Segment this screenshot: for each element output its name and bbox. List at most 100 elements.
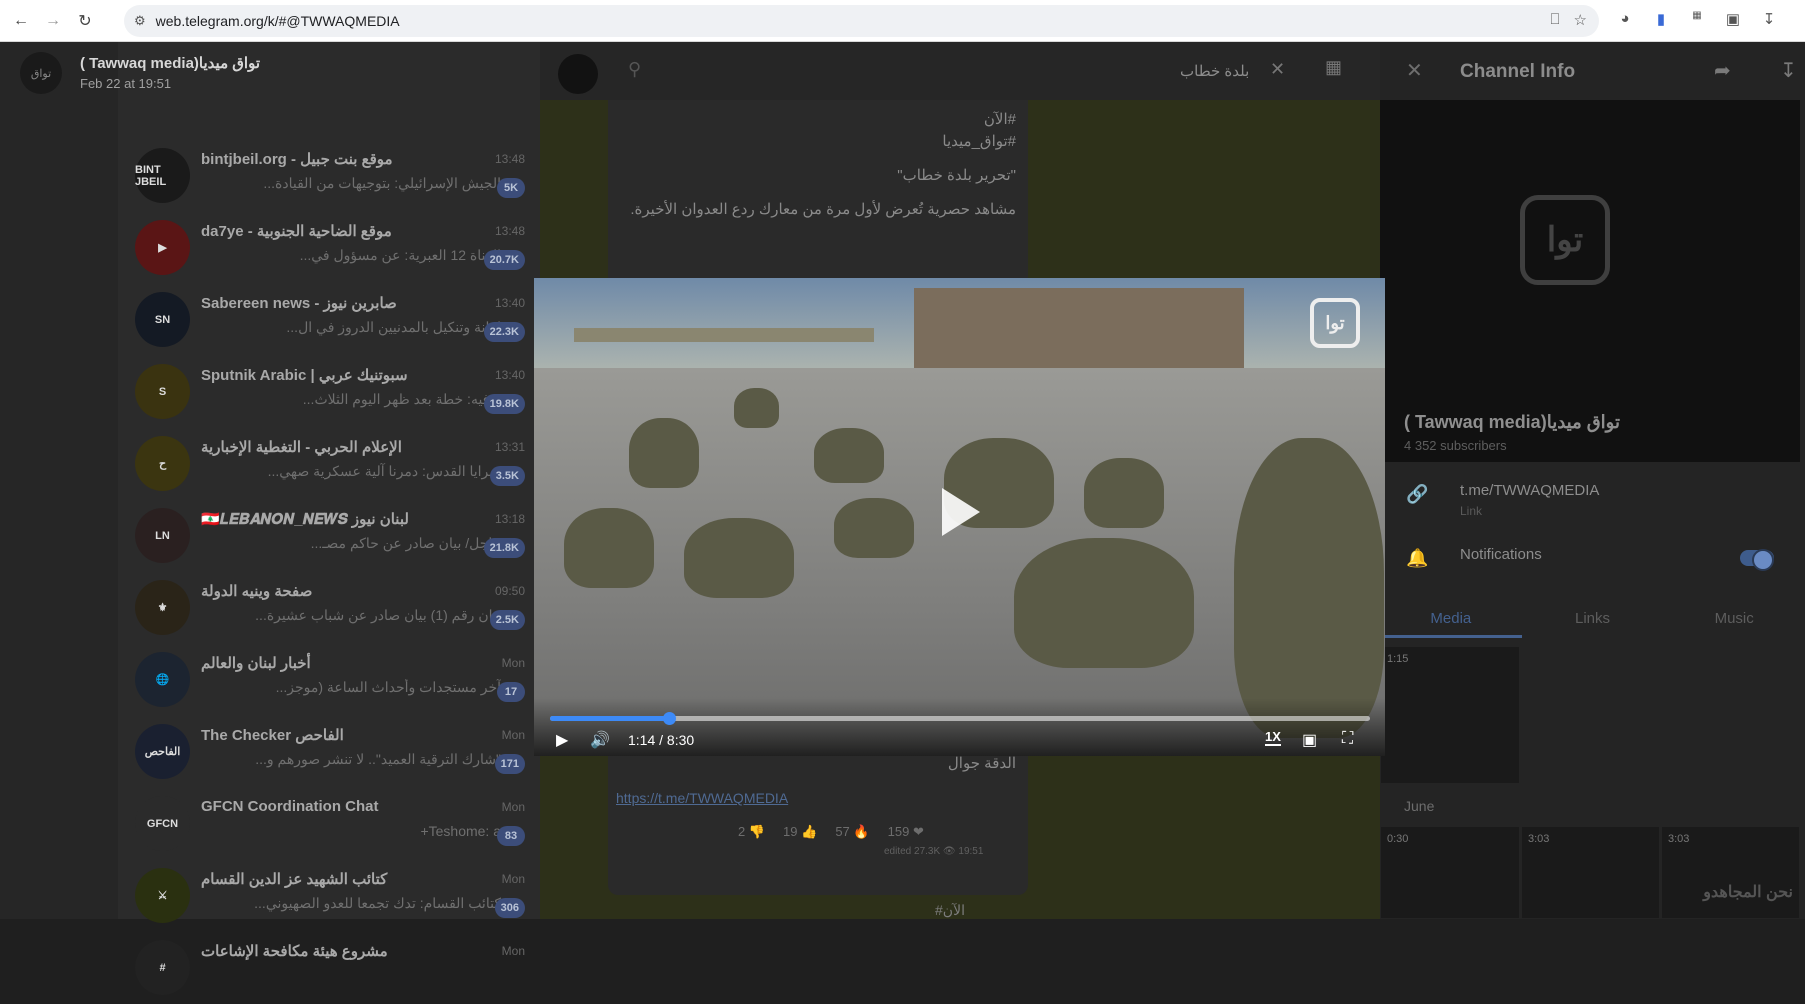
channel-watermark: توا bbox=[1310, 298, 1360, 348]
video-frame-figure bbox=[814, 428, 884, 483]
chat-list-item[interactable]: GFCN GFCN Coordination Chat Mon Teshome: a+… bbox=[135, 788, 525, 860]
address-bar[interactable]: ⚙ web.telegram.org/k/#@TWWAQMEDIA ⎕ ☆ bbox=[124, 5, 1599, 37]
extension-icon[interactable]: ◕ bbox=[1615, 10, 1635, 28]
calendar-icon[interactable]: ▦ bbox=[1325, 57, 1342, 78]
thumb-caption: نحن المجاهدو bbox=[1703, 884, 1793, 901]
chat-list-item[interactable]: 🌐 أخبار لبنان والعالم Mon آخر مستجدات وأحدا… bbox=[135, 644, 525, 716]
reaction-heart[interactable]: 159 ❤ bbox=[888, 824, 924, 840]
chat-list-item[interactable]: LN 🇱🇧𝑳𝑬𝑩𝑨𝑵𝑶𝑵_𝑵𝑬𝑾𝑺 لبنان نيوز 13:18 عاجل/ بي… bbox=[135, 500, 525, 572]
unread-badge: 2.5K bbox=[489, 610, 525, 630]
video-player[interactable]: توا ▶ 🔊 1:14 / 8:30 1X ▣ ⛶ bbox=[534, 278, 1385, 756]
chat-name: 🇱🇧𝑳𝑬𝑩𝑨𝑵𝑶𝑵_𝑵𝑬𝑾𝑺 لبنان نيوز bbox=[201, 511, 409, 528]
bookmark-star-icon[interactable]: ☆ bbox=[1574, 11, 1587, 29]
chat-list-item[interactable]: BINT JBEIL bintjbeil.org - موقع بنت جبيل 1… bbox=[135, 140, 525, 212]
unread-badge: 171 bbox=[494, 754, 525, 774]
download-icon[interactable]: ↧ bbox=[1759, 10, 1779, 28]
unread-badge: 306 bbox=[494, 898, 525, 918]
download-icon[interactable]: ↧ bbox=[1780, 58, 1797, 83]
url-text[interactable]: web.telegram.org/k/#@TWWAQMEDIA bbox=[156, 13, 400, 29]
search-input[interactable]: بلدة خطاب bbox=[1180, 62, 1249, 80]
reload-icon[interactable]: ↻ bbox=[74, 10, 96, 32]
chat-name: الإعلام الحربي - التغطية الإخبارية bbox=[201, 439, 402, 456]
volume-icon[interactable]: 🔊 bbox=[590, 730, 610, 750]
extension-invid-icon[interactable]: ▦ bbox=[1687, 10, 1707, 28]
video-frame-figure bbox=[1014, 538, 1194, 668]
unread-badge: 21.8K bbox=[483, 538, 525, 558]
install-app-icon[interactable]: ⎕ bbox=[1551, 11, 1560, 29]
extension-bars-icon[interactable]: ▮ bbox=[1651, 10, 1671, 28]
chat-preview: القناة 12 العبرية: عن مسؤول في... bbox=[299, 247, 501, 263]
tab-links[interactable]: Links bbox=[1522, 602, 1664, 638]
chat-list-item[interactable]: ح الإعلام الحربي - التغطية الإخبارية 13:31… bbox=[135, 428, 525, 500]
media-thumbnail[interactable]: 0:30 bbox=[1380, 826, 1520, 919]
video-frame-figure bbox=[629, 418, 699, 488]
month-label: June bbox=[1404, 798, 1435, 814]
unread-badge: 83 bbox=[497, 826, 525, 846]
chat-name: The Checker الفاحص bbox=[201, 727, 344, 744]
thumb-duration: 1:15 bbox=[1387, 653, 1409, 665]
message-link[interactable]: https://t.me/TWWAQMEDIA bbox=[616, 790, 788, 806]
chat-list-item[interactable]: # مشروع هيئة مكافحة الإشاعات Mon bbox=[135, 932, 525, 1004]
notifications-toggle[interactable] bbox=[1740, 549, 1774, 571]
thumb-duration: 0:30 bbox=[1387, 833, 1409, 845]
reaction-fire[interactable]: 57 🔥 bbox=[835, 824, 869, 840]
chat-time: Mon bbox=[501, 800, 525, 814]
chat-time: 13:48 bbox=[494, 224, 525, 238]
link-row[interactable]: 🔗 t.me/TWWAQMEDIA Link bbox=[1380, 472, 1805, 528]
video-progress-fill bbox=[550, 716, 669, 721]
chat-avatar: GFCN bbox=[135, 796, 190, 851]
chat-avatar[interactable] bbox=[558, 54, 598, 94]
play-icon[interactable]: ▶ bbox=[556, 730, 568, 750]
post-date[interactable]: Feb 22 at 19:51 bbox=[80, 76, 171, 91]
subscriber-count: 4 352 subscribers bbox=[1404, 438, 1507, 453]
media-thumbnail[interactable]: 3:03 نحن المجاهدو bbox=[1661, 826, 1800, 919]
close-icon[interactable]: ✕ bbox=[1406, 58, 1423, 83]
channel-link[interactable]: t.me/TWWAQMEDIA bbox=[1460, 482, 1599, 499]
reaction-like[interactable]: 19 👍 bbox=[783, 824, 817, 840]
chat-list-item[interactable]: ⚔ كتائب الشهيد عز الدين القسام Mon كتائب ال… bbox=[135, 860, 525, 932]
fullscreen-icon[interactable]: ⛶ bbox=[1342, 730, 1353, 748]
media-thumbnail[interactable]: 3:03 bbox=[1521, 826, 1660, 919]
chat-avatar: ▶ bbox=[135, 220, 190, 275]
media-thumbnail[interactable]: 1:15 bbox=[1380, 646, 1520, 784]
video-progress-bar[interactable] bbox=[550, 712, 1370, 725]
sender-avatar[interactable]: تواق bbox=[20, 52, 62, 94]
extensions-puzzle-icon[interactable]: ▣ bbox=[1723, 10, 1743, 28]
chat-list-sidebar: BINT JBEIL bintjbeil.org - موقع بنت جبيل 1… bbox=[0, 42, 540, 995]
chat-name: bintjbeil.org - موقع بنت جبيل bbox=[201, 151, 393, 168]
notifications-label: Notifications bbox=[1460, 546, 1542, 563]
chat-preview: سرايا القدس: دمرنا آلية عسكرية صهي... bbox=[267, 463, 501, 479]
chat-list-item[interactable]: SN Sabereen news - صابرين نيوز 13:40 إهانة … bbox=[135, 284, 525, 356]
chat-avatar: # bbox=[135, 940, 190, 995]
unread-badge: 5K bbox=[497, 178, 525, 198]
search-icon[interactable]: ⚲ bbox=[628, 59, 641, 80]
chat-preview: عاجل/ بيان صادر عن حاكم مصـ... bbox=[310, 535, 501, 551]
chat-preview: كتائب القسام: تدك تجمعا للعدو الصهيوني..… bbox=[254, 895, 501, 911]
chat-preview: إهانة وتنكيل بالمدنيين الدروز في ال... bbox=[286, 319, 501, 335]
back-icon[interactable]: ← bbox=[10, 10, 32, 32]
bell-icon: 🔔 bbox=[1406, 548, 1429, 568]
playback-speed-button[interactable]: 1X bbox=[1265, 729, 1281, 746]
picture-in-picture-icon[interactable]: ▣ bbox=[1302, 730, 1317, 750]
chat-list-item[interactable]: S Sputnik Arabic | سبوتنيك عربي 13:40 ترفيه… bbox=[135, 356, 525, 428]
clear-search-icon[interactable]: ✕ bbox=[1270, 59, 1285, 80]
tab-media[interactable]: Media bbox=[1380, 602, 1522, 638]
forward-icon[interactable]: → bbox=[42, 10, 64, 32]
chat-list-item[interactable]: ⚜ صفحة وينيه الدولة 09:50 بيان رقم (1) بيان… bbox=[135, 572, 525, 644]
chat-name: da7ye - موقع الضاحية الجنوبية bbox=[201, 223, 392, 240]
sender-name[interactable]: ( Tawwaq media)تواق ميديا bbox=[80, 54, 260, 72]
chat-avatar: الفاحص bbox=[135, 724, 190, 779]
share-icon[interactable]: ➦ bbox=[1714, 58, 1731, 83]
site-info-icon[interactable]: ⚙ bbox=[134, 13, 146, 29]
video-progress-knob[interactable] bbox=[662, 712, 676, 725]
chat-list-item[interactable]: ▶ da7ye - موقع الضاحية الجنوبية 13:48 القنا… bbox=[135, 212, 525, 284]
notifications-row[interactable]: 🔔 Notifications bbox=[1380, 536, 1805, 592]
chat-name: أخبار لبنان والعالم bbox=[201, 655, 311, 672]
play-overlay-icon[interactable] bbox=[942, 488, 980, 536]
chat-time: 13:40 bbox=[494, 296, 525, 310]
reaction-dislike[interactable]: 2 👎 bbox=[738, 824, 765, 840]
chat-time: Mon bbox=[501, 944, 525, 958]
tab-music[interactable]: Music bbox=[1663, 602, 1805, 638]
unread-badge: 22.3K bbox=[483, 322, 525, 342]
chat-list-item[interactable]: الفاحص The Checker الفاحص Mon "شارك الترقية… bbox=[135, 716, 525, 788]
